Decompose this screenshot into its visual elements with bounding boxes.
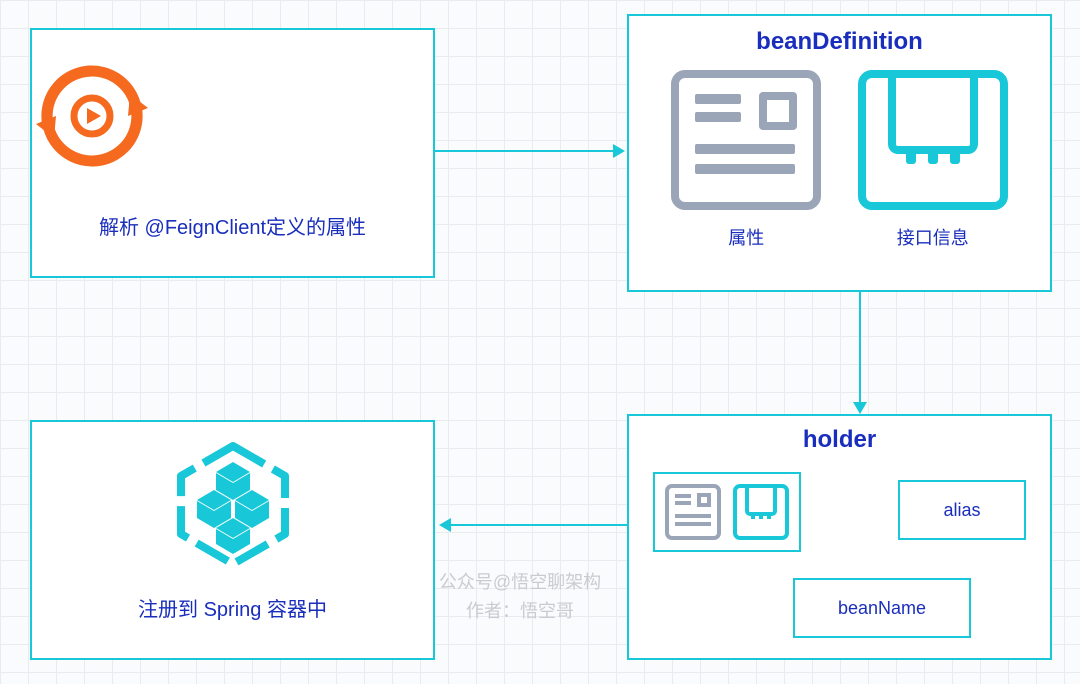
alias-label: alias (943, 500, 980, 521)
refresh-play-icon (32, 56, 152, 176)
properties-icon (671, 70, 821, 210)
mini-properties-icon (665, 484, 721, 540)
mini-beandefinition (653, 472, 801, 552)
interface-info-label: 接口信息 (858, 224, 1008, 250)
mini-interface-icon (733, 484, 789, 540)
interface-info-icon (858, 70, 1008, 210)
box-register-spring: 注册到 Spring 容器中 (30, 420, 435, 660)
beandefinition-title: beanDefinition (629, 28, 1050, 56)
beanname-box: beanName (793, 578, 971, 638)
box4-caption: 注册到 Spring 容器中 (32, 593, 433, 622)
cube-cluster-icon (168, 440, 298, 570)
alias-box: alias (898, 480, 1026, 540)
box-parse-feignclient: 解析 @FeignClient定义的属性 (30, 28, 435, 278)
beanname-label: beanName (838, 598, 926, 619)
arrow-down (859, 292, 861, 404)
watermark-line1: 公众号@悟空聊架构 (410, 568, 630, 597)
box1-caption: 解析 @FeignClient定义的属性 (32, 211, 433, 240)
arrow-right-1 (435, 150, 615, 152)
properties-label: 属性 (671, 224, 821, 250)
watermark-line2: 作者：悟空哥 (410, 597, 630, 626)
watermark: 公众号@悟空聊架构 作者：悟空哥 (410, 568, 630, 626)
box-holder: holder alias beanName (627, 414, 1052, 660)
arrow-left (449, 524, 627, 526)
box-beandefinition: beanDefinition 属性 接口信息 (627, 14, 1052, 292)
holder-title: holder (629, 426, 1050, 454)
